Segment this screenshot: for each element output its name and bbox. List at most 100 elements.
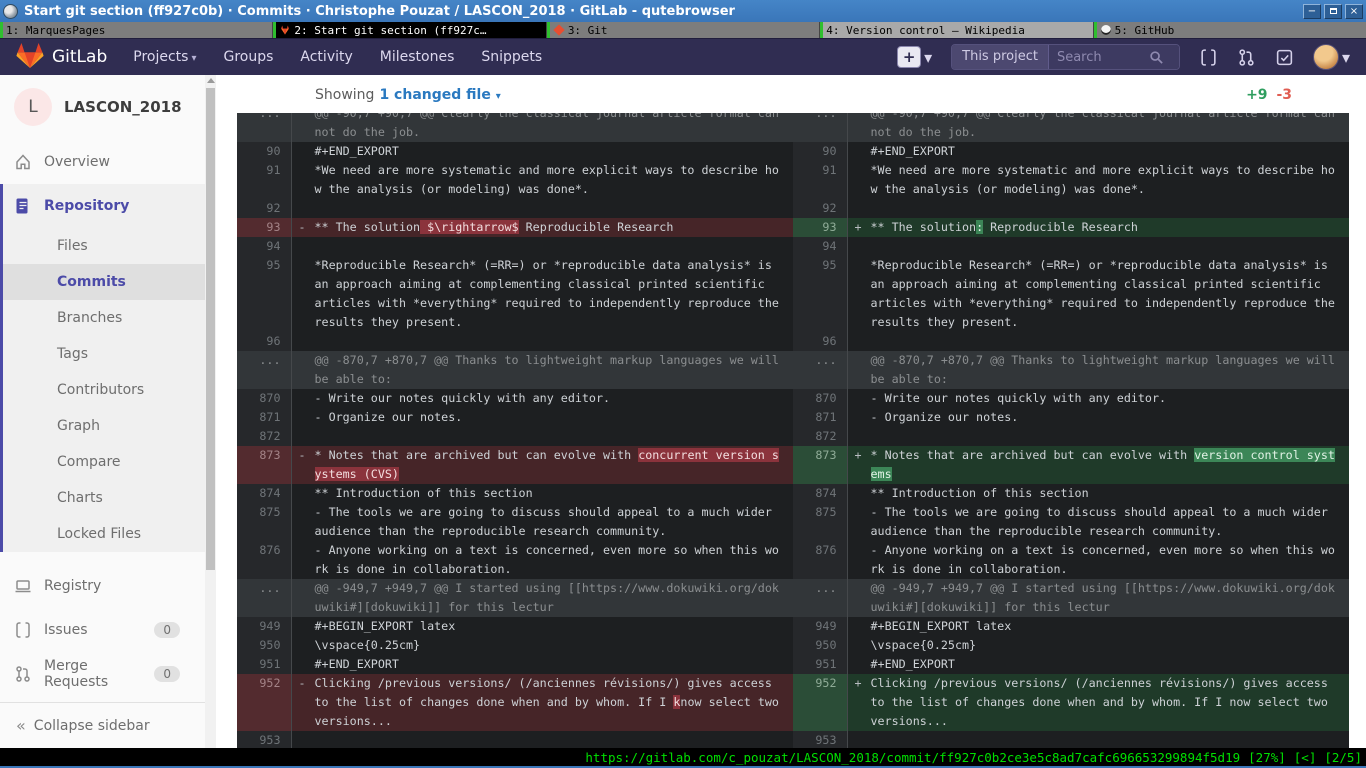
chevron-down-icon: ▾ — [191, 53, 196, 64]
sidebar-item-files[interactable]: Files — [3, 228, 216, 264]
browser-tab[interactable]: 2: Start git section (ff927c… — [273, 22, 545, 38]
browser-tab[interactable]: 3: Git — [547, 22, 819, 38]
browser-tab[interactable]: 5: GitHub — [1094, 22, 1366, 38]
nav-link-projects[interactable]: Projects▾ — [133, 49, 196, 65]
old-line-number[interactable]: 92 — [237, 199, 291, 218]
sidebar-item-merge-requests[interactable]: Merge Requests0 — [0, 652, 216, 696]
old-line-number[interactable]: 870 — [237, 389, 291, 408]
changed-files-dropdown[interactable]: 1 changed file ▾ — [379, 87, 500, 103]
new-line-number[interactable]: 93 — [793, 218, 847, 237]
main-content: Showing 1 changed file ▾ +9 -3 ...@@ -90… — [216, 75, 1366, 748]
old-line-number[interactable]: 953 — [237, 731, 291, 748]
old-code-cell: -Clicking /previous versions/ (/ancienne… — [291, 674, 793, 731]
sidebar-item-commits[interactable]: Commits — [3, 264, 216, 300]
issues-icon[interactable] — [1199, 48, 1218, 67]
nav-link-snippets[interactable]: Snippets — [481, 49, 542, 65]
old-line-number[interactable]: 871 — [237, 408, 291, 427]
old-line-number[interactable]: 94 — [237, 237, 291, 256]
collapse-sidebar-button[interactable]: « Collapse sidebar — [0, 702, 216, 748]
diff-row: 872 872 — [237, 427, 1349, 446]
new-line-number[interactable]: 870 — [793, 389, 847, 408]
old-line-number[interactable]: 90 — [237, 142, 291, 161]
old-line-number[interactable]: 95 — [237, 256, 291, 332]
old-line-number[interactable]: 93 — [237, 218, 291, 237]
tab-label: 5: GitHub — [1115, 24, 1175, 37]
new-line-number[interactable]: 96 — [793, 332, 847, 351]
sidebar-item-charts[interactable]: Charts — [3, 480, 216, 516]
old-line-number[interactable]: 91 — [237, 161, 291, 199]
maximize-button[interactable] — [1324, 4, 1342, 19]
diff-row: 91*We need are more systematic and more … — [237, 161, 1349, 199]
new-line-number[interactable]: 90 — [793, 142, 847, 161]
diff-row: 93-** The solution $\rightarrow$ Reprodu… — [237, 218, 1349, 237]
scrollbar-thumb[interactable] — [206, 88, 215, 570]
search-scope-label: This project — [952, 45, 1049, 69]
new-line-number[interactable]: 871 — [793, 408, 847, 427]
sidebar-item-label: Tags — [57, 346, 88, 362]
sidebar-item-issues[interactable]: Issues0 — [0, 608, 216, 652]
new-line-number[interactable]: 92 — [793, 199, 847, 218]
nav-link-milestones[interactable]: Milestones — [380, 49, 455, 65]
sidebar-item-repository[interactable]: Repository — [3, 184, 216, 228]
new-code-cell: @@ -90,7 +90,7 @@ Clearly the classical … — [847, 113, 1349, 142]
todos-icon[interactable] — [1275, 48, 1294, 67]
old-line-number[interactable]: 949 — [237, 617, 291, 636]
new-line-number[interactable]: 952 — [793, 674, 847, 731]
diff-marker: + — [855, 446, 862, 465]
new-line-number[interactable]: 953 — [793, 731, 847, 748]
sidebar-item-tags[interactable]: Tags — [3, 336, 216, 372]
old-line-number[interactable]: 872 — [237, 427, 291, 446]
minimize-button[interactable]: − — [1303, 4, 1321, 19]
old-line-number[interactable]: 874 — [237, 484, 291, 503]
new-line-number[interactable]: 949 — [793, 617, 847, 636]
new-code-cell: - Organize our notes. — [847, 408, 1349, 427]
browser-tab[interactable]: 4: Version control – Wikipedia — [820, 22, 1092, 38]
project-header[interactable]: L LASCON_2018 — [0, 75, 216, 140]
sidebar-item-registry[interactable]: Registry — [0, 564, 216, 608]
new-menu-button[interactable]: + ▾ — [897, 46, 932, 68]
diff-row: 873-* Notes that are archived but can ev… — [237, 446, 1349, 484]
gitlab-brand[interactable]: GitLab — [16, 42, 107, 73]
old-line-number[interactable]: 875 — [237, 503, 291, 541]
search-input[interactable] — [1049, 50, 1149, 65]
old-line-number[interactable]: 952 — [237, 674, 291, 731]
sidebar-item-contributors[interactable]: Contributors — [3, 372, 216, 408]
browser-tab[interactable]: 1: MarquesPages — [0, 22, 272, 38]
nav-link-groups[interactable]: Groups — [223, 49, 273, 65]
new-code-cell: *Reproducible Research* (=RR=) or *repro… — [847, 256, 1349, 332]
merge-requests-icon[interactable] — [1237, 48, 1256, 67]
window-titlebar: Start git section (ff927c0b) · Commits ·… — [0, 0, 1366, 22]
old-line-number[interactable]: 876 — [237, 541, 291, 579]
old-line-number[interactable]: 951 — [237, 655, 291, 674]
close-button[interactable]: × — [1345, 4, 1363, 19]
new-line-number[interactable]: 874 — [793, 484, 847, 503]
new-code-cell — [847, 237, 1349, 256]
sidebar-item-locked-files[interactable]: Locked Files — [3, 516, 216, 552]
sidebar-item-label: Merge Requests — [44, 658, 142, 690]
scroll-up-arrow-icon[interactable] — [207, 78, 215, 83]
new-line-number[interactable]: 91 — [793, 161, 847, 199]
old-line-number[interactable]: 96 — [237, 332, 291, 351]
sidebar-item-label: Issues — [44, 622, 88, 638]
nav-link-activity[interactable]: Activity — [300, 49, 352, 65]
old-line-number[interactable]: 950 — [237, 636, 291, 655]
user-menu[interactable]: ▾ — [1313, 44, 1350, 70]
new-line-number[interactable]: 872 — [793, 427, 847, 446]
new-line-number[interactable]: 951 — [793, 655, 847, 674]
new-line-number[interactable]: 94 — [793, 237, 847, 256]
diff-row: 92 92 — [237, 199, 1349, 218]
sidebar-item-graph[interactable]: Graph — [3, 408, 216, 444]
new-line-number[interactable]: 95 — [793, 256, 847, 332]
sidebar-scrollbar[interactable] — [205, 75, 216, 748]
sidebar-item-compare[interactable]: Compare — [3, 444, 216, 480]
sidebar-item-branches[interactable]: Branches — [3, 300, 216, 336]
old-line-number[interactable]: 873 — [237, 446, 291, 484]
new-line-number[interactable]: 876 — [793, 541, 847, 579]
diff-row: 953 953 — [237, 731, 1349, 748]
old-code-cell: @@ -90,7 +90,7 @@ Clearly the classical … — [291, 113, 793, 142]
new-line-number[interactable]: 875 — [793, 503, 847, 541]
new-line-number[interactable]: 873 — [793, 446, 847, 484]
new-line-number[interactable]: 950 — [793, 636, 847, 655]
merge-requests-icon — [14, 665, 32, 683]
sidebar-item-overview[interactable]: Overview — [0, 140, 216, 184]
